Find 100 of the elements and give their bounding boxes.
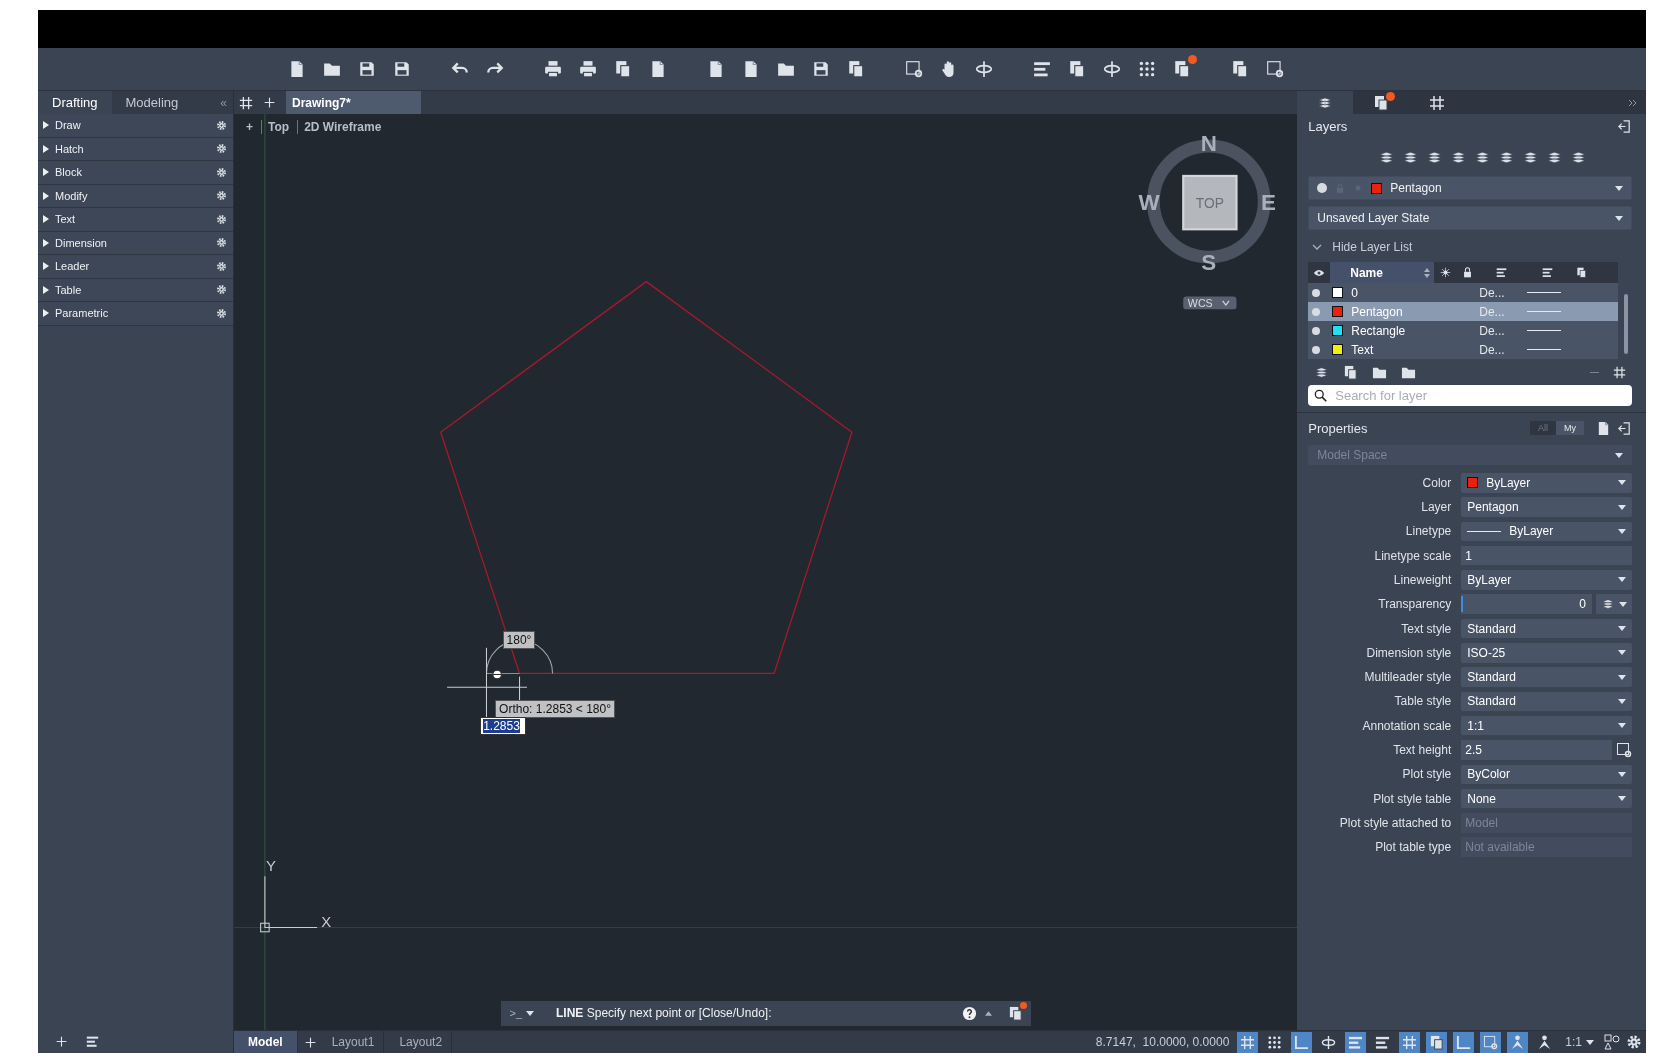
layer-on-icon[interactable] — [1312, 288, 1321, 297]
visual-style-control[interactable]: 2D Wireframe — [297, 120, 384, 134]
new-tab-icon[interactable] — [263, 96, 276, 109]
property-dropdown[interactable]: Standard — [1461, 667, 1632, 687]
annotation-toggle[interactable] — [1507, 1031, 1529, 1053]
orbit-icon[interactable] — [975, 60, 993, 78]
drawing-canvas[interactable]: Y X N W TOP E S WCS + Top 2D Wireframe 180° Ortho: 1.2853 < 180° 1.2853 >_ LINE Specify next point or [Close/Undo]: — [234, 114, 1298, 1030]
compare-documents-icon[interactable] — [847, 60, 865, 78]
filter-toggle[interactable]: My — [1556, 421, 1584, 435]
palette-tab[interactable] — [1297, 91, 1354, 114]
grid-toggle[interactable] — [1237, 1031, 1259, 1053]
list-icon[interactable] — [86, 1035, 99, 1048]
plot-column-icon[interactable] — [1575, 267, 1587, 278]
zoom-window-icon[interactable] — [905, 60, 923, 78]
property-dropdown[interactable]: Standard — [1461, 691, 1632, 712]
isodraft-toggle[interactable] — [1345, 1031, 1367, 1053]
settings-icon[interactable] — [216, 260, 227, 272]
settings-icon[interactable] — [216, 307, 227, 319]
command-history-button[interactable]: >_ — [509, 1007, 549, 1020]
tool-section[interactable]: Leader — [38, 255, 233, 279]
ucs-dropdown[interactable]: WCS — [1183, 296, 1237, 310]
open-folder-icon[interactable] — [323, 60, 341, 78]
layer-row[interactable]: Rectangle De... — [1308, 321, 1618, 340]
lock-column-icon[interactable] — [1461, 267, 1473, 278]
scrollbar[interactable] — [1624, 294, 1628, 354]
workspace-icon[interactable] — [1604, 1034, 1620, 1050]
layer-on-icon[interactable] — [1312, 345, 1321, 354]
layer-properties-icon[interactable] — [1314, 364, 1330, 380]
settings-icon[interactable] — [1626, 1034, 1642, 1050]
settings-icon[interactable] — [216, 119, 227, 131]
list-edit-icon[interactable] — [1033, 60, 1051, 78]
layer-row[interactable]: 0 De... — [1308, 283, 1618, 302]
hide-layer-list-toggle[interactable]: Hide Layer List — [1308, 236, 1632, 258]
tool-section[interactable]: Text — [38, 208, 233, 232]
settings-icon[interactable] — [216, 190, 227, 202]
pick-height-icon[interactable] — [1616, 742, 1632, 758]
drawing-tab[interactable]: Drawing7* — [286, 91, 421, 114]
current-layer-dropdown[interactable]: Pentagon — [1308, 176, 1632, 200]
name-column-header[interactable]: Name — [1330, 262, 1435, 283]
tool-section[interactable]: Hatch — [38, 137, 233, 161]
property-dropdown[interactable]: ByLayer — [1461, 570, 1632, 590]
lineweight-column-icon[interactable] — [1495, 267, 1507, 278]
property-dropdown[interactable]: None — [1461, 788, 1632, 809]
tool-section[interactable]: Parametric — [38, 302, 233, 326]
viewport-controls[interactable]: + — [246, 120, 255, 134]
property-dropdown[interactable]: 1:1 — [1461, 715, 1632, 736]
up-arrow-icon[interactable] — [985, 1010, 993, 1016]
layer-on-icon[interactable] — [1312, 326, 1321, 335]
annotation-scale-dropdown[interactable]: 1:1 — [1561, 1035, 1598, 1049]
help-icon[interactable] — [962, 1005, 978, 1021]
selection-toggle[interactable] — [1426, 1031, 1448, 1053]
view-control[interactable]: Top — [261, 120, 292, 134]
settings-icon[interactable] — [216, 284, 227, 296]
property-dropdown[interactable]: ByLayer — [1461, 473, 1632, 493]
property-dropdown[interactable]: Pentagon — [1461, 497, 1632, 517]
sheet-stack-icon[interactable] — [614, 60, 632, 78]
undock-icon[interactable] — [1617, 118, 1632, 134]
ortho-toggle[interactable] — [1291, 1031, 1313, 1053]
add-icon[interactable] — [55, 1035, 68, 1048]
tool-section[interactable]: Modify — [38, 184, 233, 208]
minus-icon[interactable] — [1590, 371, 1599, 373]
node-dots-icon[interactable] — [1138, 60, 1156, 78]
layer-color-swatch[interactable] — [1332, 287, 1344, 298]
palette-tab[interactable]: Drafting — [38, 91, 112, 114]
layer-color-swatch[interactable] — [1332, 325, 1344, 336]
property-field[interactable]: 2.5 — [1461, 740, 1612, 760]
tracking-toggle[interactable] — [1453, 1031, 1475, 1053]
transparency-toggle[interactable] — [1399, 1031, 1421, 1053]
property-dropdown[interactable]: ISO-25 — [1461, 643, 1632, 663]
layer-row[interactable]: Text De... — [1308, 340, 1618, 359]
layer-color-swatch[interactable] — [1332, 344, 1344, 355]
save-icon[interactable] — [358, 60, 376, 78]
freeze-column-icon[interactable] — [1439, 267, 1451, 278]
settings-icon[interactable] — [216, 213, 227, 225]
property-dropdown[interactable]: Standard — [1461, 618, 1632, 639]
tool-section[interactable]: Table — [38, 278, 233, 302]
property-dropdown[interactable]: ByColor — [1461, 764, 1632, 785]
tool-section[interactable]: Draw — [38, 114, 233, 138]
plot-icon[interactable] — [579, 60, 597, 78]
print-icon[interactable] — [544, 60, 562, 78]
property-field[interactable]: 1 — [1461, 545, 1632, 566]
start-tab-icon[interactable] — [239, 95, 253, 110]
collapse-button[interactable]: « — [214, 91, 233, 114]
transparency-dropdown[interactable] — [1596, 594, 1632, 614]
linetype-column-icon[interactable] — [1541, 267, 1553, 278]
undock-icon[interactable] — [1617, 420, 1632, 436]
new-file-icon[interactable] — [288, 60, 306, 78]
layer-state-dropdown[interactable]: Unsaved Layer State — [1308, 206, 1632, 230]
settings-icon[interactable] — [216, 166, 227, 178]
new-layout-icon[interactable] — [303, 1035, 317, 1049]
viewcube-face[interactable] — [1182, 174, 1238, 231]
layer-color-swatch[interactable] — [1332, 306, 1344, 317]
settings-icon[interactable] — [216, 237, 227, 249]
property-dropdown[interactable]: ByLayer — [1461, 521, 1632, 542]
layer-search-field[interactable]: Search for layer — [1308, 385, 1632, 406]
ucs-toggle[interactable] — [1480, 1031, 1502, 1053]
tool-section[interactable]: Dimension — [38, 231, 233, 255]
transparency-slider[interactable]: 0 — [1461, 594, 1592, 614]
columns-icon[interactable] — [1613, 365, 1626, 379]
tool-section[interactable]: Block — [38, 161, 233, 185]
